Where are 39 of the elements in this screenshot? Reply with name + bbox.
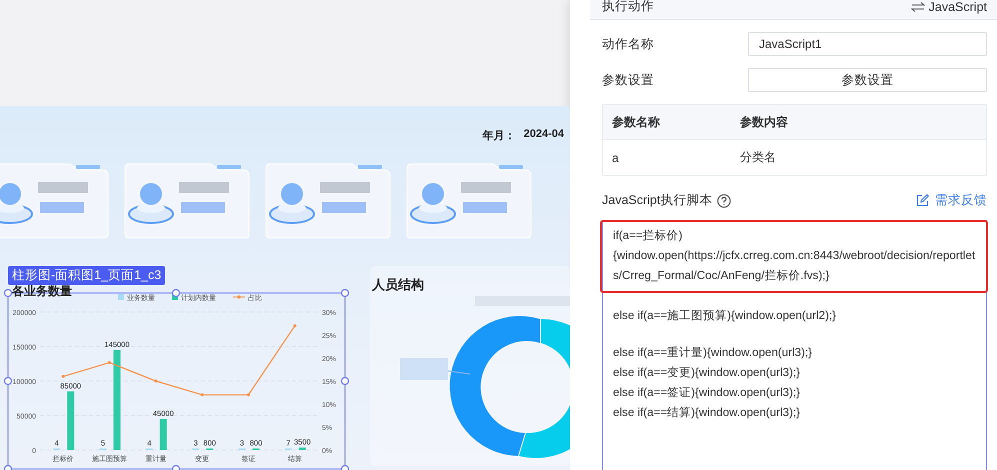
code-line: {window.open(https://jcfx.crreg.com.cn:8443/webroot/decision/reportlets/Crreg_Formal/Coc/AnFeng/拦标价.fvs);} bbox=[613, 248, 976, 284]
code-line: else if(a==结算){window.open(url3);} bbox=[613, 405, 802, 421]
field-label: 动作名称 bbox=[602, 36, 654, 52]
bar bbox=[160, 418, 167, 450]
action-type-label: JavaScript bbox=[928, 0, 987, 14]
date-label: 年月： bbox=[482, 128, 516, 142]
code-line: else if(a==施工图预算){window.open(url2);} bbox=[613, 308, 838, 324]
field-label: 参数设置 bbox=[602, 72, 654, 88]
legend-swatch-icon bbox=[118, 294, 124, 300]
code-line: else if(a==签证){window.open(url3);} bbox=[613, 385, 802, 401]
script-editor[interactable] bbox=[602, 220, 987, 470]
point bbox=[200, 393, 204, 396]
point bbox=[62, 374, 65, 378]
input-field[interactable]: JavaScript1 bbox=[748, 32, 987, 56]
column-header: 参数内容 bbox=[740, 114, 789, 130]
section-title: 执行动作 bbox=[602, 0, 654, 15]
line-series bbox=[62, 324, 296, 396]
point bbox=[247, 393, 250, 396]
field-label: JavaScript执行脚本 bbox=[602, 192, 712, 209]
point bbox=[108, 361, 111, 364]
feedback-link[interactable]: 需求反馈 bbox=[916, 192, 987, 209]
edit-icon bbox=[916, 194, 929, 207]
code-line: else if(a==变更){window.open(url3);} bbox=[613, 365, 802, 381]
date-value: 2024-04 bbox=[524, 128, 564, 142]
point bbox=[293, 324, 296, 328]
code-line: if(a==拦标价) bbox=[613, 228, 684, 244]
column-header: 参数名称 bbox=[612, 114, 661, 130]
table-cell-text: 分类名 bbox=[740, 149, 777, 166]
table-cell-text: a bbox=[612, 150, 620, 164]
bar bbox=[67, 391, 74, 450]
switch-icon[interactable] bbox=[910, 2, 925, 12]
legend-line-icon bbox=[232, 295, 246, 299]
selection-label: 柱形图-面积图1_页面1_c3 bbox=[8, 266, 166, 285]
parameter-settings-button[interactable]: 参数设置 bbox=[748, 68, 987, 92]
bar bbox=[298, 448, 306, 450]
point bbox=[154, 380, 158, 382]
help-icon bbox=[717, 194, 732, 208]
panel-title: 人员结构 bbox=[370, 276, 424, 294]
code-line: else if(a==重计量){window.open(url3);} bbox=[613, 345, 814, 361]
